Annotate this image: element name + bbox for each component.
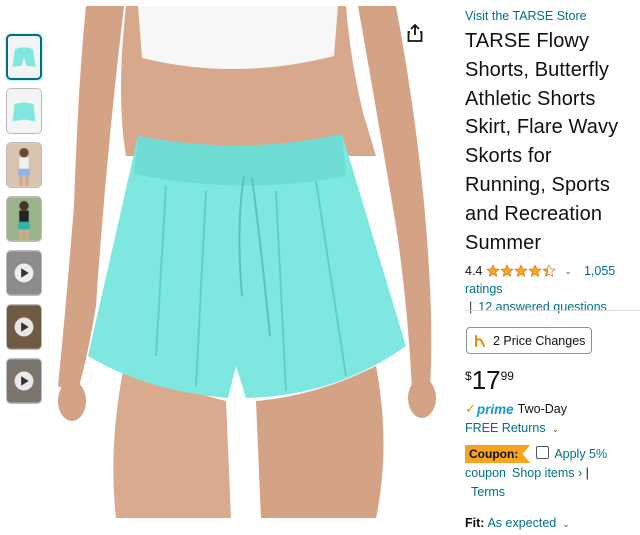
star-icon	[542, 264, 557, 278]
product-title: TARSE Flowy Shorts, Butterfly Athletic S…	[465, 30, 619, 254]
price-changes-label: 2 Price Changes	[493, 333, 586, 348]
thumbnail-video-2[interactable]	[6, 304, 42, 350]
star-icon	[528, 264, 543, 278]
price-whole: 17	[471, 365, 501, 395]
prime-shipping: ✓ prime Two-Day	[465, 401, 567, 417]
terms-link[interactable]: Terms	[471, 483, 505, 502]
star-icon	[486, 264, 501, 278]
free-returns-link[interactable]: FREE Returns ⌄	[465, 421, 559, 435]
thumbnail-1[interactable]	[6, 34, 42, 80]
product-info: Visit the TARSE Store TARSE Flowy Shorts…	[465, 8, 637, 315]
ratings-link[interactable]: ratings	[465, 281, 637, 297]
prime-check-icon: ✓	[465, 401, 476, 416]
thumbnail-video-1[interactable]	[6, 250, 42, 296]
questions-row: | 12 answered questions	[465, 299, 637, 315]
rating-row: 4.4 ⌄ 1,055	[465, 263, 637, 279]
share-button[interactable]	[400, 18, 430, 48]
store-link[interactable]: Visit the TARSE Store	[465, 8, 637, 24]
free-returns-label: FREE Returns	[465, 421, 546, 435]
price-tracker-icon	[475, 334, 485, 347]
prime-logo: prime	[476, 401, 514, 417]
ratings-count-link[interactable]: 1,055	[584, 263, 615, 279]
rating-value: 4.4	[465, 264, 483, 279]
chevron-down-icon: ⌄	[551, 424, 560, 434]
coupon-badge: Coupon:	[465, 445, 531, 463]
price-fraction: 99	[500, 369, 514, 383]
coupon-word[interactable]: coupon	[465, 466, 506, 480]
star-icon	[500, 264, 515, 278]
chevron-down-icon[interactable]: ⌄	[564, 263, 572, 279]
fit-row: Fit: As expected ⌄	[465, 516, 570, 530]
divider	[465, 310, 640, 311]
star-rating[interactable]	[486, 264, 557, 278]
thumbnail-video-3[interactable]	[6, 358, 42, 404]
thumbnail-2[interactable]	[6, 88, 42, 134]
separator: |	[469, 300, 473, 315]
thumbnail-3[interactable]	[6, 142, 42, 188]
share-icon	[407, 24, 423, 42]
star-icon	[514, 264, 529, 278]
main-product-image[interactable]	[46, 6, 436, 518]
shop-items-link[interactable]: Shop items ›	[512, 466, 582, 480]
apply-coupon-label[interactable]: Apply 5%	[554, 447, 607, 461]
price-symbol: $	[465, 369, 472, 383]
fit-value-link[interactable]: As expected	[487, 516, 556, 530]
fit-label: Fit:	[465, 516, 485, 530]
coupon-checkbox[interactable]	[536, 446, 550, 459]
shipping-speed: Two-Day	[517, 402, 567, 416]
coupon-section: Coupon: Apply 5% coupon Shop items › | Ter…	[465, 445, 637, 502]
answered-questions-link[interactable]: 12 answered questions	[478, 300, 607, 314]
thumbnail-4[interactable]	[6, 196, 42, 242]
chevron-down-icon[interactable]: ⌄	[562, 519, 570, 529]
price-changes-button[interactable]: 2 Price Changes	[466, 327, 592, 354]
separator: |	[585, 466, 589, 480]
price: $ 17 99	[465, 366, 514, 394]
